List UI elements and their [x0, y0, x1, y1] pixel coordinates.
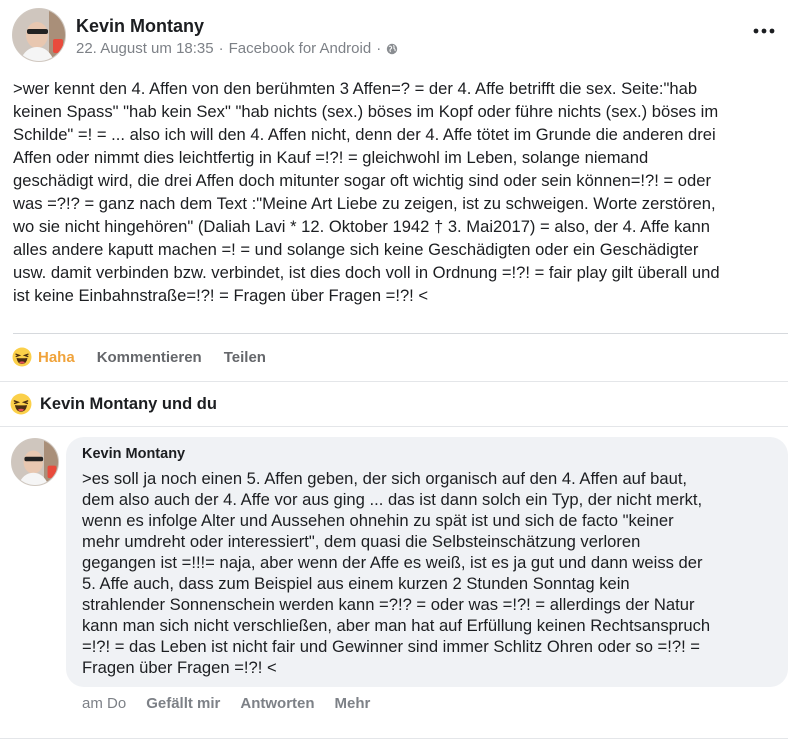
post-body-text: >wer kennt den 4. Affen von den berühmte… — [13, 79, 720, 305]
comment-button[interactable]: Kommentieren — [97, 349, 202, 366]
comment-author[interactable]: Kevin Montany — [82, 446, 185, 462]
share-button[interactable]: Teilen — [224, 349, 266, 366]
comment-label: Kommentieren — [96, 348, 202, 366]
haha-reaction-button[interactable]: Haha — [12, 347, 75, 367]
avatar[interactable] — [12, 8, 66, 62]
meta-separator: · — [376, 40, 382, 57]
divider — [0, 738, 788, 739]
divider — [0, 426, 788, 427]
reactions-summary-text: Kevin Montany und du — [40, 394, 217, 413]
facebook-post: Kevin Montany 22. August um 18:35 · Face… — [0, 0, 788, 744]
post-source: Facebook for Android — [228, 40, 372, 57]
more-button[interactable]: Mehr — [335, 695, 371, 712]
divider — [13, 333, 788, 334]
post-header: Kevin Montany 22. August um 18:35 · Face… — [12, 8, 776, 64]
divider — [0, 381, 788, 382]
post-date[interactable]: 22. August um 18:35 — [76, 40, 214, 57]
comment-actions: am Do Gefällt mir Antworten Mehr — [82, 692, 370, 714]
comment-time[interactable]: am Do — [82, 695, 126, 712]
reactions-summary[interactable]: Kevin Montany und du — [10, 391, 217, 417]
avatar-photo-icon — [12, 439, 58, 485]
meta-separator: · — [218, 40, 224, 57]
like-button[interactable]: Gefällt mir — [146, 695, 220, 712]
globe-icon — [387, 43, 398, 54]
comment-bubble: Kevin Montany >es soll ja noch einen 5. … — [66, 437, 788, 687]
haha-label: Haha — [38, 348, 75, 366]
author-name[interactable]: Kevin Montany — [76, 16, 204, 37]
post-meta: 22. August um 18:35 · Facebook for Andro… — [76, 40, 398, 57]
haha-emoji-icon — [10, 393, 32, 415]
comment-text: >es soll ja noch einen 5. Affen geben, d… — [82, 469, 711, 677]
post-actions: Haha Kommentieren Teilen — [12, 344, 288, 370]
more-horizontal-icon[interactable] — [752, 24, 776, 38]
reply-button[interactable]: Antworten — [240, 695, 314, 712]
share-label: Teilen — [223, 348, 266, 366]
haha-emoji-icon — [12, 347, 32, 367]
avatar-photo-icon — [13, 9, 65, 61]
avatar[interactable] — [11, 438, 59, 486]
